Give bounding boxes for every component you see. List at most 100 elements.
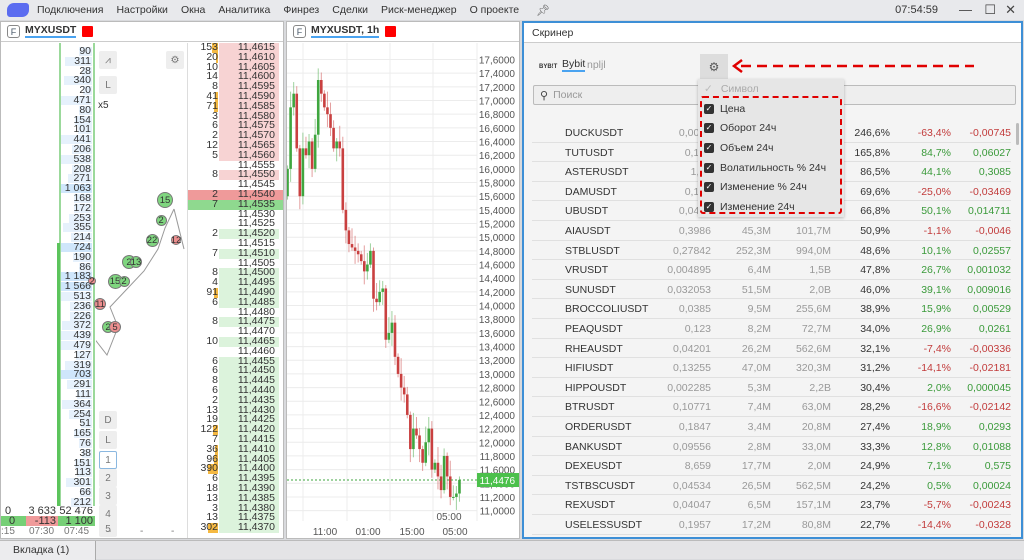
menu-item[interactable]: Финрез	[283, 4, 319, 16]
screener-row[interactable]: ORDERUSDT 0,1847 3,4M 20,8M 27,4% 18,9% 0,0293	[532, 417, 1011, 437]
screener-row[interactable]: TSTBSCUSDT 0,04534 26,5M 562,5M 24,2% 0,5% 0,0…	[532, 476, 1011, 496]
close-button[interactable]: ✕	[1005, 2, 1016, 18]
checkbox-checked-icon[interactable]: ✓	[704, 202, 714, 213]
menu-item[interactable]: Подключения	[37, 4, 103, 16]
price: 0,13255	[673, 362, 711, 375]
screener-row[interactable]: RHEAUSDT 0,04201 26,2M 562,6M 32,1% -7,4% -0,0…	[532, 339, 1011, 359]
volatility-24h: 24,2%	[860, 479, 890, 492]
change-pct-24h: -16,6%	[917, 401, 951, 414]
tab-workspace-1[interactable]: Вкладка (1)	[0, 541, 96, 560]
price-tick: 14,8000	[479, 247, 516, 258]
volume-24h: 20,8M	[801, 421, 831, 433]
price-tick: 17,2000	[479, 83, 516, 94]
symbol: ASTERUSDT	[565, 166, 629, 179]
checkbox-checked-icon[interactable]: ✓	[704, 123, 714, 134]
candle-body	[402, 387, 406, 395]
price-level[interactable]: 11,4370	[219, 522, 279, 533]
turnover-24h: 51,5M	[741, 283, 771, 296]
checkbox-checked-icon[interactable]: ✓	[704, 182, 714, 193]
screener-row[interactable]: AIAUSDT 0,3986 45,3M 101,7M 50,9% -1,1% -0,004…	[532, 221, 1011, 241]
screener-row[interactable]: REXUSDT 0,04047 6,5M 157,1M 23,7% -5,7% -0,002…	[532, 495, 1011, 515]
scrollbar[interactable]	[1016, 123, 1019, 145]
turnover-24h: 6,4M	[747, 264, 771, 277]
column-toggle-item[interactable]: ✓ Изменение % 24ч	[704, 178, 807, 198]
price: 0,1957	[678, 519, 711, 531]
screener-row[interactable]: HIFIUSDT 0,13255 47,0M 320,3M 31,2% -14,1% -0,…	[532, 358, 1011, 378]
price: 0,04534	[673, 479, 711, 492]
column-toggle-item[interactable]: ✓ Цена	[704, 99, 745, 119]
column-toggle-item[interactable]: ✓ Объем 24ч	[704, 138, 774, 158]
order-size: 2	[212, 227, 218, 240]
footer-dash: -	[108, 526, 112, 537]
symbol: DEXEUSDT	[565, 460, 623, 473]
volume-24h: 157,1M	[795, 499, 831, 512]
column-toggle-item[interactable]: ✓ Оборот 24ч	[704, 118, 776, 138]
turnover-24h: 252,3M	[735, 244, 771, 257]
menu-item[interactable]: Аналитика	[218, 4, 270, 16]
candle-body	[393, 322, 397, 357]
screener-row[interactable]: SUNUSDT 0,032053 51,5M 2,0B 46,0% 39,1% 0,0090…	[532, 280, 1011, 300]
turnover-24h: 45,3M	[741, 225, 771, 237]
price: 8,659	[684, 460, 711, 473]
price-tick: 16,8000	[479, 110, 516, 121]
candle-body	[298, 148, 302, 197]
screener-row[interactable]: PEAQUSDT 0,123 8,2M 72,7M 34,0% 26,9% 0,0261	[532, 319, 1011, 339]
candle-body	[366, 264, 369, 272]
checkbox-checked-icon[interactable]: ✓	[704, 142, 714, 153]
column-settings-gear-icon[interactable]: ⚙	[700, 54, 728, 79]
minimize-button[interactable]: —	[959, 2, 972, 17]
orderbook-symbol[interactable]: MYXUSDT	[25, 25, 77, 38]
change-24h: -0,00745	[969, 127, 1011, 139]
candlestick-chart[interactable]: 17,6000 17,4000 17,2000 17,0000 16,8000 16,60…	[287, 43, 519, 539]
volume-24h: 562,5M	[795, 479, 831, 492]
change-24h: 0,00024	[973, 479, 1011, 492]
screener-row[interactable]: HIPPOUSDT 0,002285 5,3M 2,2B 30,4% 2,0% 0,0000…	[532, 378, 1011, 398]
chart-symbol[interactable]: MYXUSDT, 1h	[311, 25, 380, 38]
change-24h: 0,01088	[973, 440, 1011, 453]
symbol: TSTBSCUSDT	[565, 479, 636, 492]
menu-item[interactable]: О проекте	[470, 4, 520, 16]
volume-24h: 2,0M	[807, 460, 831, 473]
trades-line	[96, 208, 185, 356]
turnover-24h: 8,2M	[747, 323, 771, 335]
link-color-indicator[interactable]	[385, 26, 397, 37]
trade-bubble: 2	[155, 214, 167, 226]
checkbox-checked-icon[interactable]: ✓	[704, 162, 714, 173]
screener-row[interactable]: STBLUSDT 0,27842 252,3M 994,0M 48,6% 10,1% 0,0…	[532, 241, 1011, 261]
screener-row[interactable]: VRUSDT 0,004895 6,4M 1,5B 47,8% 26,7% 0,001032	[532, 260, 1011, 280]
price: 0,002285	[667, 381, 711, 394]
trade-bubble: 2	[88, 275, 96, 287]
candle-body	[378, 291, 381, 303]
price-tick: 12,4000	[479, 411, 516, 422]
exchange-name[interactable]: Bybit	[562, 59, 586, 72]
menu-item[interactable]: Окна	[181, 4, 205, 16]
menu-item[interactable]: Риск-менеджер	[381, 4, 457, 16]
candle-body	[341, 148, 345, 210]
link-color-indicator[interactable]	[82, 26, 94, 37]
checkbox-checked-icon[interactable]: ✓	[704, 103, 714, 114]
chart-header: F MYXUSDT, 1h	[287, 22, 519, 42]
footer-time: 07:30	[29, 526, 55, 537]
change-pct-24h: -14,1%	[917, 362, 951, 375]
column-toggle-label: Волатильность % 24ч	[720, 161, 827, 174]
candle-body	[310, 141, 314, 169]
pin-icon[interactable]: 📌︎	[536, 4, 550, 17]
order-size: 8	[212, 168, 218, 181]
column-toggle-item[interactable]: ✓ Волатильность % 24ч	[704, 158, 826, 178]
menu-item[interactable]: Настройки	[116, 4, 168, 16]
symbol: UBUSDT	[565, 205, 609, 218]
screener-row[interactable]: DEXEUSDT 8,659 17,7M 2,0M 24,9% 7,1% 0,575	[532, 456, 1011, 476]
change-24h: 0,000045	[967, 381, 1011, 394]
screener-row[interactable]: BANKUSDT 0,09556 2,8M 33,0M 33,3% 12,8% 0,0108…	[532, 437, 1011, 457]
screener-row[interactable]: USELESSUSDT 0,1957 17,2M 80,8M 22,7% -14,4% -0…	[532, 515, 1011, 535]
price-tick: 14,4000	[479, 274, 516, 285]
time-tick: 05:00	[442, 527, 467, 538]
screener-row[interactable]: BROCCOLIUSDT 0,0385 9,5M 255,6M 38,9% 15,9% 0,…	[532, 299, 1011, 319]
maximize-button[interactable]: ☐	[984, 2, 996, 18]
menu-item[interactable]: Сделки	[332, 4, 368, 16]
candle-body	[458, 479, 461, 494]
screener-row[interactable]: BTRUSDT 0,10771 7,4M 63,0M 28,2% -16,6% -0,021…	[532, 397, 1011, 417]
column-toggle-item[interactable]: ✓ Изменение 24ч	[704, 197, 795, 217]
change-24h: -0,02142	[969, 401, 1011, 414]
change-pct-24h: -7,4%	[923, 342, 951, 355]
